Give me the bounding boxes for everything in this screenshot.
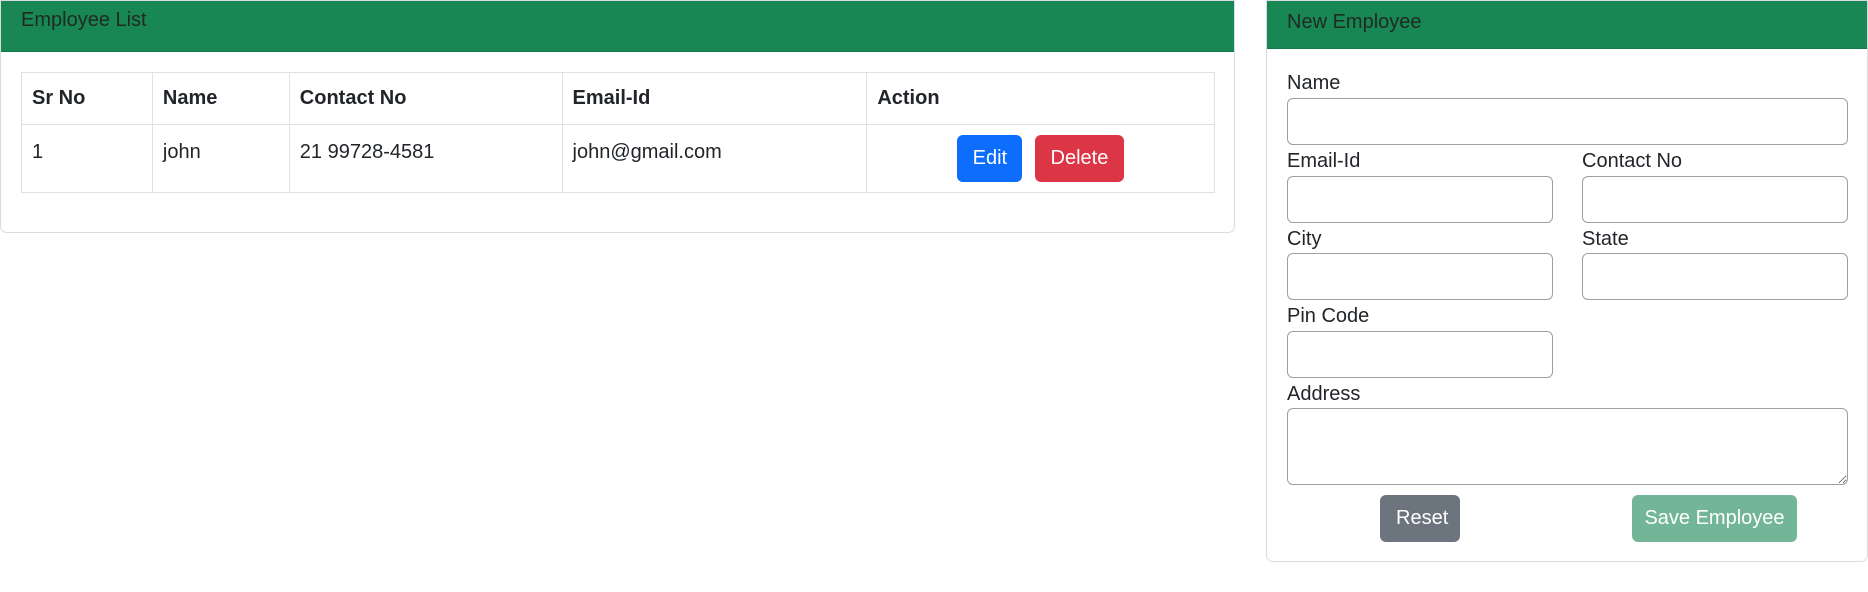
state-label: State <box>1582 228 1629 250</box>
contact-field[interactable] <box>1582 176 1848 223</box>
reset-button[interactable]: Reset <box>1380 495 1460 542</box>
city-field[interactable] <box>1287 253 1553 300</box>
contact-label: Contact No <box>1582 150 1683 172</box>
email-field[interactable] <box>1287 176 1553 223</box>
cell-name: john <box>151 124 290 193</box>
new-employee-title: New Employee <box>1287 11 1422 33</box>
city-label: City <box>1287 228 1322 250</box>
column-header-name: Name <box>151 72 290 125</box>
email-label: Email-Id <box>1287 150 1361 172</box>
employee-table-container: Sr No Name Contact No Email-Id Action 1 … <box>21 72 1215 193</box>
table-row: 1 john 21 99728-4581 john@gmail.com Edit… <box>21 124 1215 193</box>
name-field[interactable] <box>1287 98 1848 145</box>
save-employee-button[interactable]: Save Employee <box>1632 495 1797 542</box>
column-header-email-id: Email-Id <box>561 72 868 125</box>
delete-button[interactable]: Delete <box>1034 135 1124 182</box>
employee-table: Sr No Name Contact No Email-Id Action 1 … <box>21 72 1215 193</box>
pincode-label: Pin Code <box>1287 305 1370 327</box>
address-label: Address <box>1287 383 1361 405</box>
new-employee-card: New Employee Name Email-Id Contact No Ci… <box>1266 0 1868 562</box>
employee-list-title: Employee List <box>21 9 147 31</box>
new-employee-header: New Employee <box>1267 1 1867 49</box>
state-field[interactable] <box>1582 253 1848 300</box>
cell-email: john@gmail.com <box>561 124 868 193</box>
column-header-action: Action <box>866 72 1215 125</box>
column-header-contact-no: Contact No <box>288 72 563 125</box>
column-header-sr-no: Sr No <box>21 72 153 125</box>
address-field[interactable] <box>1287 408 1848 485</box>
edit-button[interactable]: Edit <box>957 135 1023 182</box>
cell-contact-no: 21 99728-4581 <box>288 124 563 193</box>
cell-action: Edit Delete <box>866 124 1215 193</box>
cell-sr-no: 1 <box>21 124 153 193</box>
employee-list-card: Employee List Sr No Name Contact No Emai… <box>0 0 1235 233</box>
name-label: Name <box>1287 72 1341 94</box>
table-header-row: Sr No Name Contact No Email-Id Action <box>21 72 1215 125</box>
employee-list-header: Employee List <box>1 1 1234 52</box>
pincode-field[interactable] <box>1287 331 1553 378</box>
